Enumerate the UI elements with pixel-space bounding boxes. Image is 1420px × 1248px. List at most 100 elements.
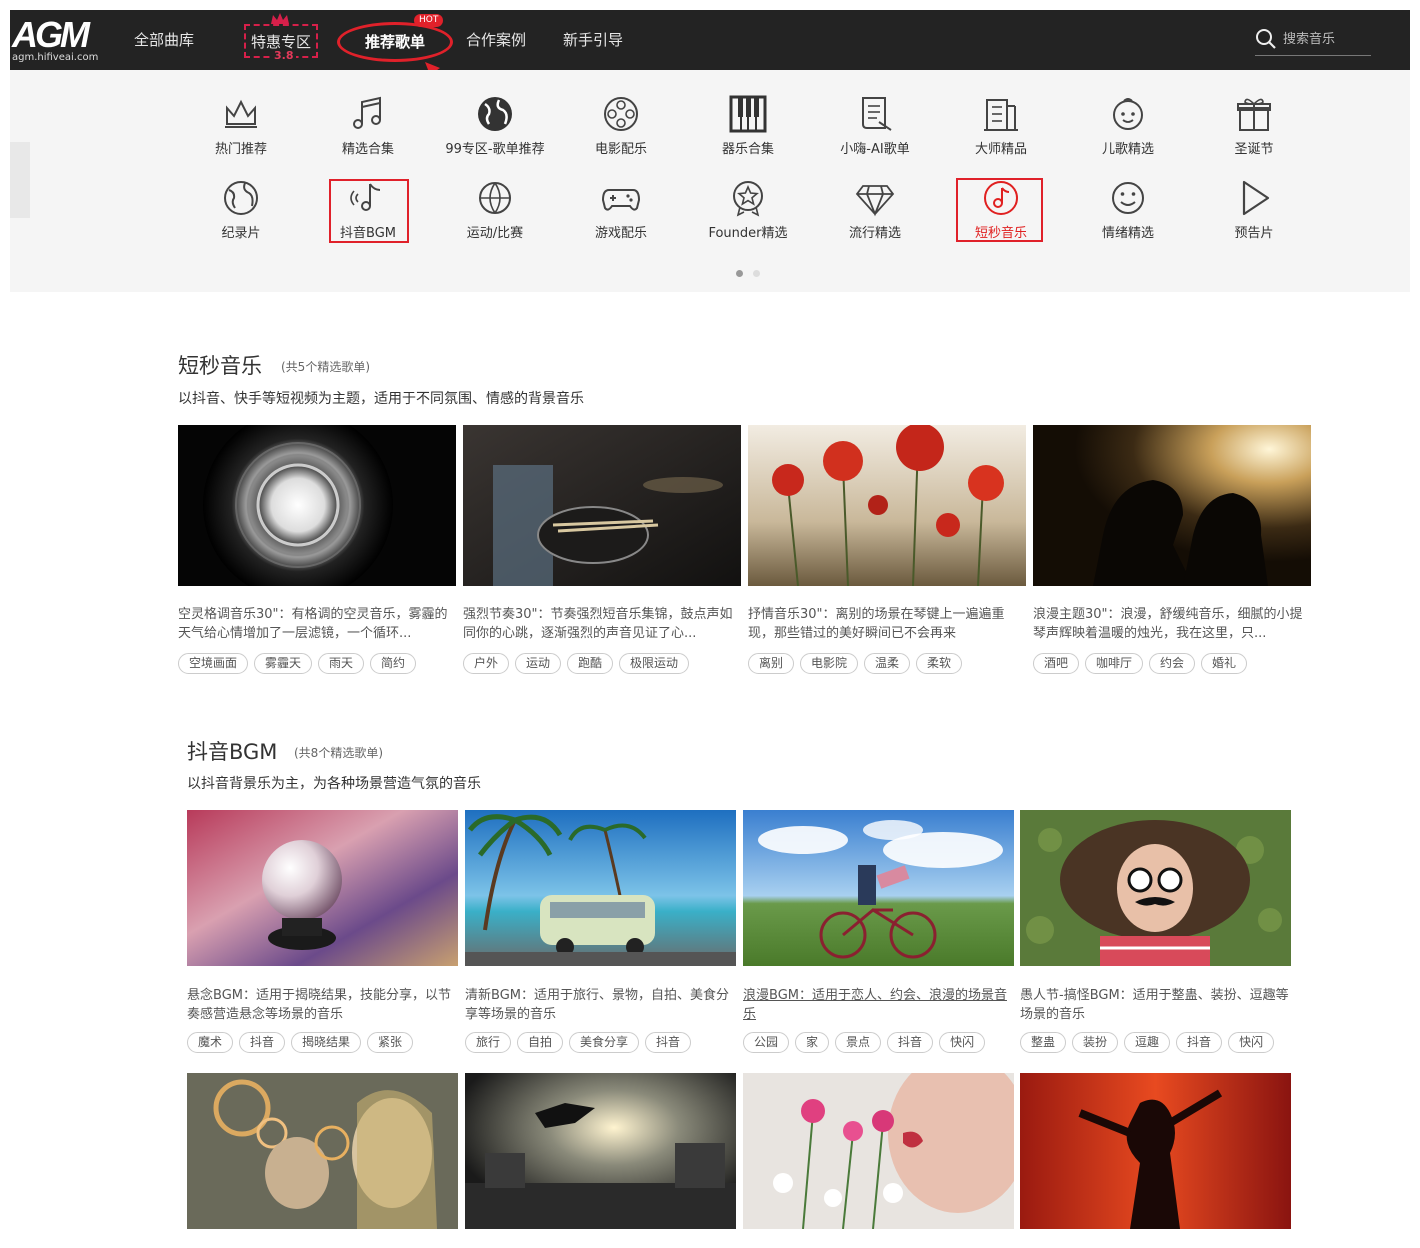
playlist-card[interactable]: 抒情音乐30"：离别的场景在琴键上一遍遍重现，那些错过的美好瞬间已不会再来 离别… [748,425,1026,681]
nav-guide[interactable]: 新手引导 [563,10,623,70]
playlist-thumbnail[interactable] [748,425,1026,586]
tag[interactable]: 装扮 [1072,1032,1119,1053]
playlist-card[interactable] [187,1073,458,1229]
category-game[interactable]: 游戏配乐 [566,178,676,248]
playlist-thumbnail[interactable] [1020,810,1291,966]
search-box[interactable] [1255,24,1371,56]
tag[interactable]: 约会 [1149,653,1196,674]
nav-all-library[interactable]: 全部曲库 [134,10,194,70]
category-master[interactable]: 大师精品 [946,94,1056,164]
playlist-thumbnail[interactable] [463,425,741,586]
playlist-card[interactable] [1020,1073,1291,1229]
category-instrumental[interactable]: 器乐合集 [693,94,803,164]
tag[interactable]: 简约 [370,653,417,674]
tag[interactable]: 户外 [463,653,510,674]
playlist-desc[interactable]: 空灵格调音乐30"：有格调的空灵音乐，雾霾的天气给心情增加了一层滤镜，一个循环.… [178,605,456,643]
tag[interactable]: 极限运动 [619,653,690,674]
music-note-icon [353,96,381,129]
tag[interactable]: 抖音 [1176,1032,1223,1053]
tag[interactable]: 酒吧 [1033,653,1080,674]
playlist-card[interactable]: 强烈节奏30"：节奏强烈短音乐集锦，鼓点声如同你的心跳，逐渐强烈的声音见证了心.… [463,425,741,681]
tag[interactable]: 雾霾天 [254,653,313,674]
playlist-card[interactable] [743,1073,1014,1229]
playlist-card[interactable]: 清新BGM：适用于旅行、景物，自拍、美食分享等场景的音乐 旅行 自拍 美食分享 … [465,810,736,1058]
playlist-thumbnail[interactable] [178,425,456,586]
category-99-zone[interactable]: 99专区-歌单推荐 [440,94,550,164]
logo-url: agm.hifiveai.com [12,52,99,63]
header-bar: AGM agm.hifiveai.com 全部曲库 特惠专区 3.8 推荐歌单 … [10,10,1410,70]
search-input[interactable] [1283,29,1369,49]
logo-text: AGM [12,14,90,55]
tag[interactable]: 温柔 [864,653,911,674]
playlist-thumbnail[interactable] [743,810,1014,966]
category-trailer[interactable]: 预告片 [1199,178,1309,248]
tag[interactable]: 运动 [515,653,562,674]
playlist-desc[interactable]: 浪漫BGM：适用于恋人、约会、浪漫的场景音乐 [743,986,1014,1024]
playlist-desc[interactable]: 悬念BGM：适用于揭晓结果，技能分享，以节奏感营造悬念等场景的音乐 [187,986,458,1024]
tag[interactable]: 柔软 [916,653,963,674]
tag[interactable]: 整蛊 [1020,1032,1067,1053]
tag[interactable]: 揭晓结果 [291,1032,362,1053]
playlist-desc[interactable]: 强烈节奏30"：节奏强烈短音乐集锦，鼓点声如同你的心跳，逐渐强烈的声音见证了心.… [463,605,741,643]
tag[interactable]: 电影院 [800,653,859,674]
piano-icon [729,95,767,133]
category-hot[interactable]: 热门推荐 [186,94,296,164]
search-icon[interactable] [1255,28,1277,50]
playlist-thumbnail[interactable] [465,810,736,966]
tag[interactable]: 紧张 [367,1032,414,1053]
category-kids[interactable]: 儿歌精选 [1073,94,1183,164]
nav-recommend-playlists[interactable]: 推荐歌单 [337,22,453,62]
tag[interactable]: 抖音 [239,1032,286,1053]
tag[interactable]: 雨天 [318,653,365,674]
playlist-card[interactable]: 浪漫BGM：适用于恋人、约会、浪漫的场景音乐 公园 家 景点 抖音 快闪 [743,810,1014,1058]
category-selected[interactable]: 精选合集 [313,94,423,164]
playlist-desc[interactable]: 抒情音乐30"：离别的场景在琴键上一遍遍重现，那些错过的美好瞬间已不会再来 [748,605,1026,643]
playlist-desc[interactable]: 浪漫主题30"：浪漫，舒缓纯音乐，细腻的小提琴声辉映着温暖的烛光，我在这里，只.… [1033,605,1311,643]
category-mood[interactable]: 情绪精选 [1073,178,1183,248]
playlist-thumbnail[interactable] [1033,425,1311,586]
playlist-card[interactable]: 悬念BGM：适用于揭晓结果，技能分享，以节奏感营造悬念等场景的音乐 魔术 抖音 … [187,810,458,1058]
logo[interactable]: AGM agm.hifiveai.com [12,16,108,66]
playlist-thumbnail[interactable] [187,810,458,966]
category-christmas[interactable]: 圣诞节 [1199,94,1309,164]
playlist-thumbnail[interactable] [1020,1073,1291,1229]
tag[interactable]: 快闪 [1228,1032,1275,1053]
nav-cases[interactable]: 合作案例 [466,10,526,70]
carousel-prev-tab[interactable] [10,142,30,218]
playlist-desc[interactable]: 清新BGM：适用于旅行、景物，自拍、美食分享等场景的音乐 [465,986,736,1024]
playlist-card[interactable]: 浪漫主题30"：浪漫，舒缓纯音乐，细腻的小提琴声辉映着温暖的烛光，我在这里，只.… [1033,425,1311,681]
tag[interactable]: 抖音 [645,1032,692,1053]
carousel-dot-2[interactable] [753,270,760,277]
tag[interactable]: 离别 [748,653,795,674]
tag[interactable]: 逗趣 [1124,1032,1171,1053]
playlist-thumbnail[interactable] [465,1073,736,1229]
tag[interactable]: 快闪 [939,1032,986,1053]
category-documentary[interactable]: 纪录片 [186,178,296,248]
playlist-card[interactable] [465,1073,736,1229]
category-film[interactable]: 电影配乐 [566,94,676,164]
tag[interactable]: 咖啡厅 [1085,653,1144,674]
smile-icon [1112,182,1144,214]
tag[interactable]: 婚礼 [1201,653,1248,674]
playlist-thumbnail[interactable] [743,1073,1014,1229]
tag[interactable]: 旅行 [465,1032,512,1053]
playlist-card[interactable]: 愚人节-搞怪BGM：适用于整蛊、装扮、逗趣等场景的音乐 整蛊 装扮 逗趣 抖音 … [1020,810,1291,1058]
category-ai[interactable]: 小嗨-AI歌单 [820,94,930,164]
tag[interactable]: 自拍 [517,1032,564,1053]
tag[interactable]: 魔术 [187,1032,234,1053]
tag[interactable]: 景点 [835,1032,882,1053]
playlist-desc[interactable]: 愚人节-搞怪BGM：适用于整蛊、装扮、逗趣等场景的音乐 [1020,986,1291,1024]
tag[interactable]: 公园 [743,1032,790,1053]
tag[interactable]: 空境画面 [178,653,249,674]
category-sports[interactable]: 运动/比赛 [440,178,550,248]
tag[interactable]: 美食分享 [569,1032,640,1053]
carousel-dot-1[interactable] [736,270,743,277]
playlist-thumbnail[interactable] [187,1073,458,1229]
playlist-card[interactable]: 空灵格调音乐30"：有格调的空灵音乐，雾霾的天气给心情增加了一层滤镜，一个循环.… [178,425,456,681]
nav-special-zone[interactable]: 特惠专区 3.8 [244,24,318,62]
tag[interactable]: 家 [795,1032,830,1053]
category-pop[interactable]: 流行精选 [820,178,930,248]
category-founder[interactable]: Founder精选 [693,178,803,248]
tag[interactable]: 抖音 [887,1032,934,1053]
tag[interactable]: 跑酷 [567,653,614,674]
